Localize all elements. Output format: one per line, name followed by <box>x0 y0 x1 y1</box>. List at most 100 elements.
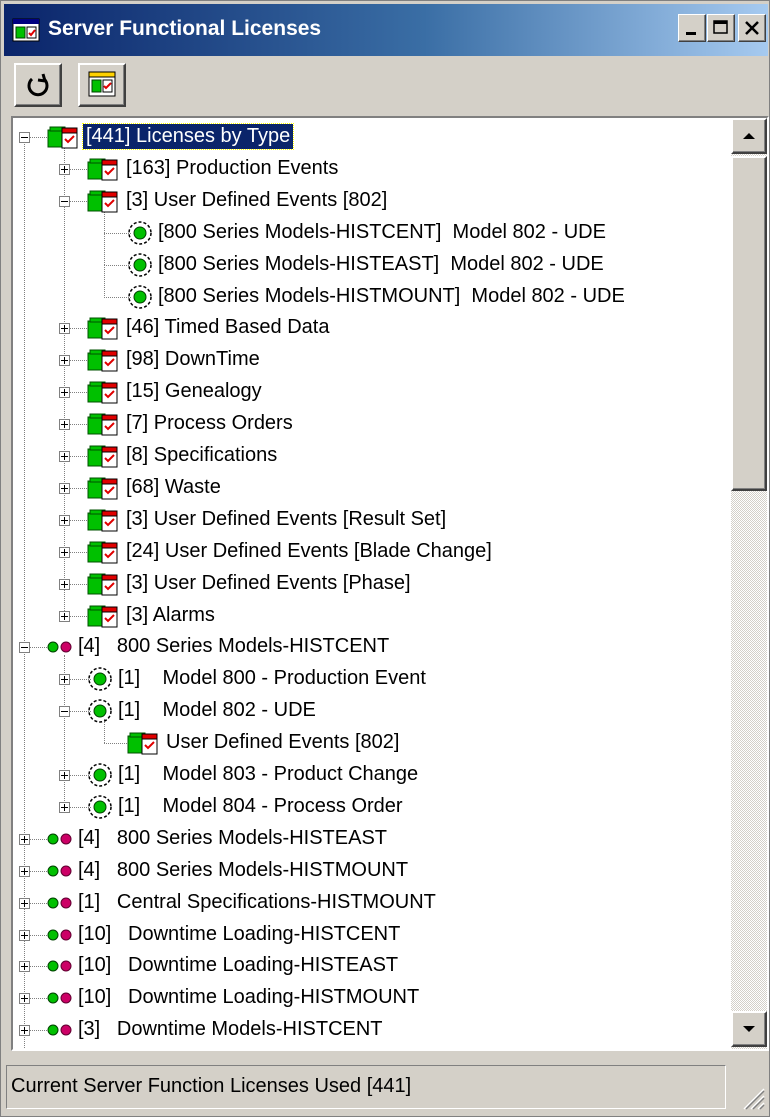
expand-toggle[interactable] <box>59 451 70 462</box>
expand-toggle[interactable] <box>59 482 70 494</box>
tree-node-label: [4] 800 Series Models-HISTMOUNT <box>78 858 409 881</box>
license-icon <box>87 317 118 340</box>
tree-node[interactable]: [1] Model 803 - Product Change <box>13 759 729 791</box>
tree-node-label: [163] Production Events <box>126 156 339 179</box>
tree-node[interactable]: [46] Timed Based Data <box>13 312 729 344</box>
scroll-up-button[interactable] <box>731 118 767 154</box>
tree-node-label: [3] Downtime Models-HISTCENT <box>78 1018 383 1041</box>
tree-node[interactable]: [800 Series Models-HISTEAST] Model 802 -… <box>13 249 729 281</box>
license-icon <box>87 605 118 627</box>
expand-toggle[interactable] <box>59 323 70 335</box>
expand-toggle[interactable] <box>59 546 70 558</box>
tree-node[interactable]: [3] User Defined Events [Result Set] <box>13 504 729 536</box>
license-icon <box>87 349 118 372</box>
tree-node[interactable]: [1] Central Specifications-HISTMOUNT <box>13 887 729 919</box>
license-tree[interactable]: [441] Licenses by Type [163] Production E… <box>13 118 729 1049</box>
expand-toggle[interactable] <box>19 993 30 1005</box>
tree-node[interactable]: [3] Downtime Models-HISTCENT <box>13 1014 729 1046</box>
expand-toggle[interactable] <box>59 514 70 526</box>
collapse-toggle[interactable] <box>19 132 30 143</box>
model-icon <box>128 252 152 277</box>
tree-node-label: [4] 800 Series Models-HISTEAST <box>78 826 388 849</box>
tree-node[interactable]: [8] Specifications <box>13 440 729 472</box>
minimize-icon <box>686 32 696 35</box>
expand-toggle[interactable] <box>19 1025 30 1037</box>
tree-node[interactable]: [4] 800 Series Models-HISTMOUNT <box>13 855 729 887</box>
tree-node[interactable]: [15] Genealogy <box>13 376 729 408</box>
tree-node-label: [98] DownTime <box>126 348 260 371</box>
expand-toggle[interactable] <box>59 578 70 590</box>
tree-node[interactable]: [800 Series Models-HISTMOUNT] Model 802 … <box>13 281 729 313</box>
tree-node-label: [10] Downtime Loading-HISTMOUNT <box>78 986 420 1009</box>
tree-node[interactable]: [163] Production Events <box>13 153 729 185</box>
server-icon <box>47 897 72 909</box>
expand-toggle[interactable] <box>59 674 70 686</box>
tree-node-label: [1] Central Specifications-HISTMOUNT <box>78 890 436 913</box>
tree-node[interactable]: [7] Process Orders <box>13 408 729 440</box>
model-icon <box>88 667 112 692</box>
tree-node[interactable]: [10] Downtime Loading-HISTMOUNT <box>13 982 729 1014</box>
license-icon <box>87 477 118 500</box>
tree-node-label: [1] Model 804 - Process Order <box>118 794 403 817</box>
tree-node[interactable]: [68] Waste <box>13 472 729 504</box>
expand-toggle[interactable] <box>59 610 70 622</box>
model-icon <box>88 699 112 723</box>
license-icon <box>47 126 78 149</box>
tree-node[interactable]: [3] User Defined Events [Phase] <box>13 568 729 600</box>
maximize-button[interactable] <box>707 14 735 42</box>
license-icon <box>127 732 158 755</box>
tree-node[interactable]: [1] Model 800 - Production Event <box>13 663 729 695</box>
vertical-scrollbar[interactable] <box>731 118 767 1049</box>
tree-node[interactable]: [441] Licenses by Type <box>13 121 729 153</box>
tree-node[interactable]: [4] 800 Series Models-HISTCENT <box>13 631 729 663</box>
minimize-button[interactable] <box>678 14 706 42</box>
tree-node[interactable]: [800 Series Models-HISTCENT] Model 802 -… <box>13 217 729 249</box>
collapse-toggle[interactable] <box>59 706 70 718</box>
expand-toggle[interactable] <box>59 387 70 399</box>
expand-toggle[interactable] <box>59 770 70 781</box>
collapse-toggle[interactable] <box>59 195 70 207</box>
status-text: Current Server Function Licenses Used [4… <box>6 1065 726 1109</box>
tree-node-label: [68] Waste <box>126 475 221 498</box>
tree-node[interactable]: [10] Downtime Loading-HISTCENT <box>13 919 729 951</box>
tree-node[interactable]: [1] Model 802 - UDE <box>13 695 729 727</box>
model-icon <box>128 220 152 245</box>
license-icon <box>87 158 118 181</box>
tree-node[interactable]: [1] Model 804 - Process Order <box>13 791 729 823</box>
resize-grip-icon[interactable] <box>736 1081 766 1111</box>
expand-toggle[interactable] <box>19 961 30 973</box>
collapse-toggle[interactable] <box>19 642 30 654</box>
arrow-down-icon <box>743 1026 755 1032</box>
expand-toggle[interactable] <box>59 801 70 813</box>
tree-node[interactable]: [3] User Defined Events [802] <box>13 185 729 217</box>
licenses-button[interactable] <box>78 63 126 107</box>
expand-toggle[interactable] <box>19 865 30 877</box>
refresh-icon <box>27 73 49 97</box>
expand-toggle[interactable] <box>59 419 70 431</box>
license-icon <box>88 71 116 97</box>
refresh-button[interactable] <box>14 63 62 107</box>
expand-toggle[interactable] <box>19 833 30 845</box>
tree-node[interactable]: [3] Alarms <box>13 600 729 632</box>
close-button[interactable] <box>738 14 766 42</box>
tree-node[interactable]: [98] DownTime <box>13 344 729 376</box>
tree-node-label: [3] User Defined Events [802] <box>126 188 388 211</box>
expand-toggle[interactable] <box>59 355 70 367</box>
close-icon <box>745 21 759 35</box>
tree-node[interactable]: [4] 800 Series Models-HISTEAST <box>13 823 729 855</box>
expand-toggle[interactable] <box>59 163 70 175</box>
server-icon <box>47 865 72 877</box>
title-bar[interactable]: Server Functional Licenses <box>4 4 768 56</box>
expand-toggle[interactable] <box>19 929 30 941</box>
tree-node-label: [800 Series Models-HISTCENT] Model 802 -… <box>158 220 606 243</box>
tree-node[interactable]: User Defined Events [802] <box>13 727 729 759</box>
tree-node[interactable]: [1] Downtime Models-HISTEAST <box>13 1046 729 1049</box>
tree-node-label: User Defined Events [802] <box>166 731 400 754</box>
license-icon <box>87 445 118 468</box>
tree-node[interactable]: [24] User Defined Events [Blade Change] <box>13 536 729 568</box>
tree-node-label: [1] Model 803 - Product Change <box>118 763 419 785</box>
scroll-down-button[interactable] <box>731 1011 767 1047</box>
scroll-thumb[interactable] <box>731 156 767 491</box>
tree-node[interactable]: [10] Downtime Loading-HISTEAST <box>13 950 729 982</box>
expand-toggle[interactable] <box>19 897 30 909</box>
